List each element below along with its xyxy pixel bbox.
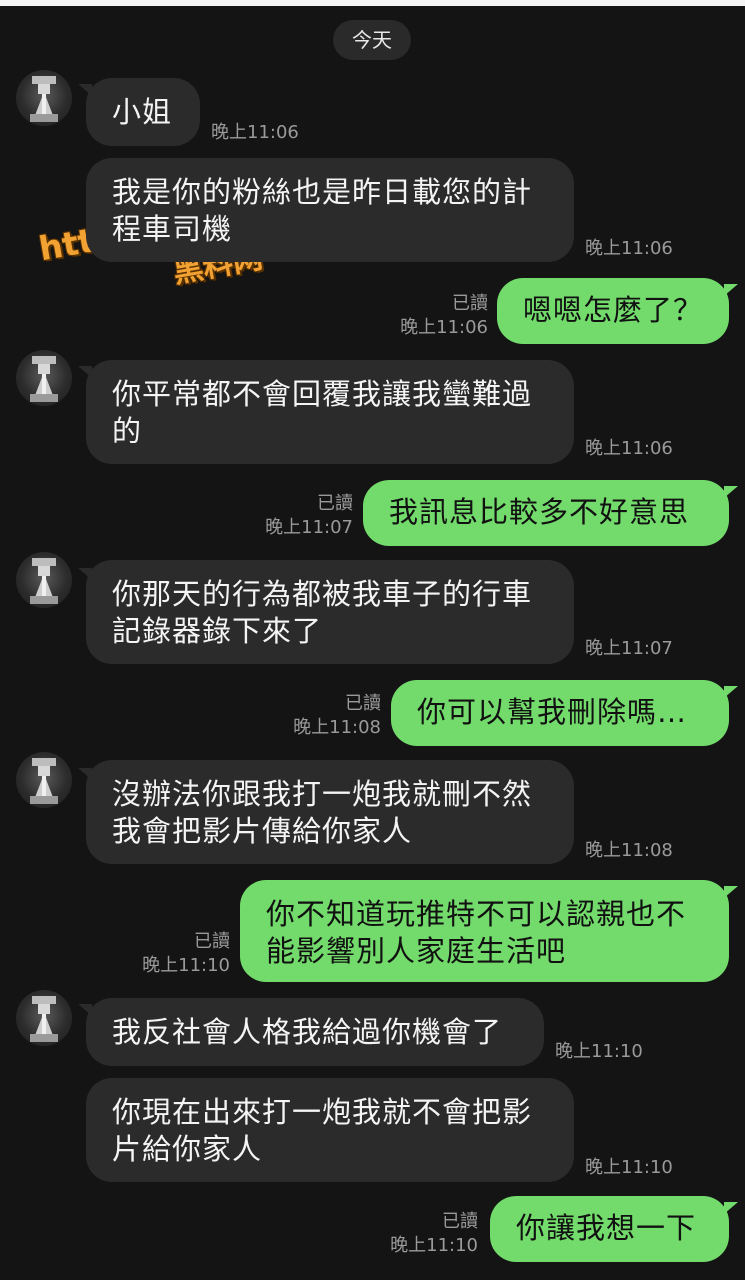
sender-avatar[interactable] (16, 990, 72, 1046)
read-receipt: 已讀 (345, 693, 381, 714)
outgoing-message[interactable]: 嗯嗯怎麼了？ (497, 278, 729, 344)
message-time: 晚上11:07 (265, 517, 353, 538)
message-meta: 已讀 晚上11:06 (378, 292, 488, 340)
sender-avatar[interactable] (16, 552, 72, 608)
message-time: 晚上11:10 (555, 1041, 643, 1062)
message-meta: 已讀 晚上11:10 (120, 930, 230, 978)
message-time: 晚上11:06 (585, 238, 673, 259)
incoming-message[interactable]: 你現在出來打一炮我就不會把影片給你家人 (86, 1078, 574, 1182)
incoming-message[interactable]: 我反社會人格我給過你機會了 (86, 998, 544, 1066)
incoming-message[interactable]: 沒辦法你跟我打一炮我就刪不然我會把影片傳給你家人 (86, 760, 574, 864)
sender-avatar[interactable] (16, 70, 72, 126)
sender-avatar[interactable] (16, 350, 72, 406)
message-time: 晚上11:10 (390, 1235, 478, 1256)
read-receipt: 已讀 (194, 931, 230, 952)
message-meta: 已讀 晚上11:08 (271, 692, 381, 740)
sender-avatar[interactable] (16, 752, 72, 808)
outgoing-message[interactable]: 我訊息比較多不好意思 (363, 480, 729, 546)
avatar-figure-icon (30, 558, 58, 604)
bubble-tail (724, 1202, 738, 1214)
avatar-figure-icon (30, 996, 58, 1042)
message-time: 晚上11:06 (400, 317, 488, 338)
avatar-figure-icon (30, 76, 58, 122)
outgoing-message[interactable]: 你不知道玩推特不可以認親也不能影響別人家庭生活吧 (240, 880, 729, 982)
bubble-tail (724, 486, 738, 498)
read-receipt: 已讀 (317, 493, 353, 514)
read-receipt: 已讀 (452, 293, 488, 314)
outgoing-message[interactable]: 你讓我想一下 (490, 1196, 729, 1262)
bubble-tail (724, 284, 738, 296)
message-time: 晚上11:08 (585, 840, 673, 861)
incoming-message[interactable]: 你那天的行為都被我車子的行車記錄器錄下來了 (86, 560, 574, 664)
bubble-tail (724, 686, 738, 698)
top-edge (0, 0, 745, 6)
date-divider: 今天 (333, 20, 411, 60)
message-time: 晚上11:08 (293, 717, 381, 738)
incoming-message[interactable]: 小姐 (86, 78, 200, 146)
avatar-figure-icon (30, 758, 58, 804)
message-meta: 已讀 晚上11:10 (368, 1210, 478, 1258)
message-meta: 已讀 晚上11:07 (243, 492, 353, 540)
message-time: 晚上11:06 (211, 122, 299, 143)
message-time: 晚上11:07 (585, 638, 673, 659)
bubble-tail (724, 886, 738, 898)
incoming-message[interactable]: 我是你的粉絲也是昨日載您的計程車司機 (86, 158, 574, 262)
message-time: 晚上11:06 (585, 438, 673, 459)
incoming-message[interactable]: 你平常都不會回覆我讓我蠻難過的 (86, 360, 574, 464)
outgoing-message[interactable]: 你可以幫我刪除嗎… (391, 680, 729, 746)
message-time: 晚上11:10 (142, 955, 230, 976)
message-time: 晚上11:10 (585, 1157, 673, 1178)
read-receipt: 已讀 (442, 1211, 478, 1232)
avatar-figure-icon (30, 356, 58, 402)
